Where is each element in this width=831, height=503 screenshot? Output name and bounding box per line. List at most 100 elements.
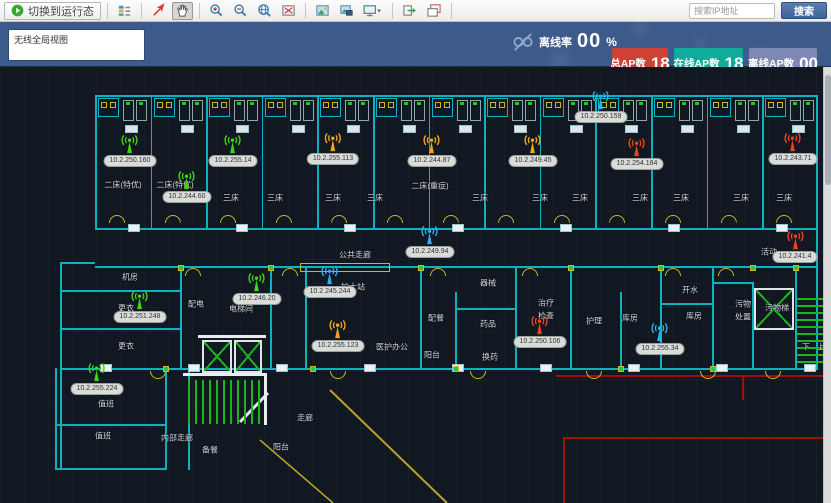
- layers-icon: [117, 3, 132, 18]
- sink-fixture: [277, 102, 283, 108]
- ap-marker[interactable]: 10.2.250.106: [514, 315, 567, 348]
- ap-marker[interactable]: 10.2.249.94: [406, 225, 455, 258]
- room-label: 电梯间: [229, 304, 253, 315]
- toilet-fixture: [768, 102, 774, 108]
- room-label: 值班: [95, 431, 111, 442]
- door-marker: [560, 224, 572, 232]
- ap-ip-label: 10.2.245.244: [304, 286, 357, 298]
- ap-ip-label: 10.2.251.248: [114, 311, 167, 323]
- column-marker: [804, 364, 816, 372]
- ap-marker[interactable]: 10.2.255.14: [209, 134, 258, 167]
- door-arc: [586, 363, 602, 379]
- layers-button[interactable]: [114, 2, 135, 20]
- white-wall: [198, 335, 266, 338]
- room-label: 三床: [367, 193, 383, 204]
- toilet-fixture: [212, 102, 218, 108]
- room-label: 三床: [267, 193, 283, 204]
- zoom-world-icon: [257, 3, 272, 18]
- wall: [60, 328, 180, 330]
- room-divider-wall: [484, 95, 486, 228]
- switch-run-mode-label: 切换到运行态: [28, 3, 94, 19]
- toilet-fixture: [546, 102, 552, 108]
- floorplan-canvas[interactable]: 二床(特优)二床(特优)三床三床三床三床二床(重症)三床三床三床三床三床三床三床…: [0, 67, 823, 503]
- search-ip-input[interactable]: [689, 3, 775, 19]
- ap-marker[interactable]: 10.2.250.160: [104, 134, 157, 167]
- ap-marker[interactable]: 10.2.244.60: [163, 170, 212, 203]
- junction-box: [658, 265, 664, 271]
- plant-marker: [473, 102, 477, 105]
- scrollbar-thumb[interactable]: [825, 75, 831, 185]
- search-button[interactable]: 搜索: [781, 2, 827, 19]
- room-divider-wall: [762, 95, 764, 228]
- ap-marker[interactable]: 10.2.244.87: [408, 134, 457, 167]
- zoom-world-button[interactable]: [254, 2, 275, 20]
- sink-fixture: [722, 102, 728, 108]
- ap-marker[interactable]: 10.2.254.184: [611, 137, 664, 170]
- room-label: 药品: [480, 319, 496, 330]
- ap-ip-label: 10.2.250.160: [104, 155, 157, 167]
- ap-marker[interactable]: 10.2.249.45: [509, 134, 558, 167]
- sink-fixture: [499, 102, 505, 108]
- offline-rate-group: 离线率 00 %: [512, 30, 617, 53]
- door-marker: [128, 224, 140, 232]
- new-window-button[interactable]: [423, 2, 445, 20]
- ap-marker[interactable]: 10.2.241.4: [772, 230, 817, 263]
- ap-ip-label: 10.2.244.60: [163, 191, 212, 203]
- image-icon: [315, 3, 330, 18]
- room-label: 库房: [686, 311, 702, 322]
- wall: [165, 370, 167, 470]
- toilet-fixture: [657, 102, 663, 108]
- select-tool-button[interactable]: [148, 2, 169, 20]
- ap-ip-label: 10.2.255.123: [312, 340, 365, 352]
- vertical-scrollbar[interactable]: [823, 67, 831, 503]
- ap-ip-label: 10.2.244.87: [408, 155, 457, 167]
- ap-marker[interactable]: 10.2.243.71: [769, 132, 818, 165]
- ap-ip-label: 10.2.255.113: [307, 153, 359, 165]
- search-zone: 搜索: [689, 2, 827, 19]
- view-selector[interactable]: 无线全局视图: [8, 29, 145, 61]
- door-marker: [236, 224, 248, 232]
- export-button[interactable]: [399, 2, 420, 20]
- door-arc: [765, 363, 781, 379]
- wall: [55, 468, 165, 470]
- display-mode-dropdown-button[interactable]: [360, 2, 386, 20]
- room-label: 二床(特优): [104, 180, 141, 191]
- zoom-in-button[interactable]: [206, 2, 227, 20]
- room-label: 治疗: [538, 298, 554, 309]
- nightstand: [514, 125, 527, 133]
- wifi-icon: [321, 132, 345, 153]
- room-divider-wall: [707, 95, 709, 228]
- zoom-out-button[interactable]: [230, 2, 251, 20]
- ap-ip-label: 10.2.255.34: [636, 343, 685, 355]
- ap-marker[interactable]: 10.2.255.34: [636, 322, 685, 355]
- toilet-fixture: [323, 102, 329, 108]
- room-label: 三床: [572, 193, 588, 204]
- room-label: 走廊: [297, 413, 313, 424]
- nightstand: [125, 125, 138, 133]
- ap-marker[interactable]: 10.2.251.248: [114, 290, 167, 323]
- offline-rate-unit: %: [606, 35, 617, 49]
- zoom-fit-button[interactable]: [278, 2, 299, 20]
- pan-tool-button[interactable]: [172, 2, 193, 20]
- ap-marker[interactable]: 10.2.255.123: [312, 319, 365, 352]
- ap-ip-label: 10.2.249.94: [406, 246, 455, 258]
- ap-marker[interactable]: 10.2.245.244: [304, 265, 357, 298]
- plant-marker: [793, 102, 797, 105]
- column-marker: [276, 364, 288, 372]
- ap-ip-label: 10.2.250.106: [514, 336, 567, 348]
- toilet-fixture: [101, 102, 107, 108]
- wifi-icon: [326, 319, 350, 340]
- ap-marker[interactable]: 10.2.255.113: [307, 132, 359, 165]
- toilet-fixture: [379, 102, 385, 108]
- plant-marker: [639, 102, 643, 105]
- ap-marker[interactable]: 10.2.255.224: [71, 362, 124, 395]
- switch-run-mode-button[interactable]: 切换到运行态: [4, 2, 101, 20]
- toolbar-separator: [107, 3, 108, 19]
- wifi-icon: [318, 265, 342, 286]
- ap-marker[interactable]: 10.2.250.159: [575, 90, 628, 123]
- room-divider-wall: [262, 95, 264, 228]
- sink-fixture: [166, 102, 172, 108]
- ap-marker[interactable]: 10.2.246.20: [233, 272, 282, 305]
- snapshot-button[interactable]: [336, 2, 357, 20]
- background-image-button[interactable]: [312, 2, 333, 20]
